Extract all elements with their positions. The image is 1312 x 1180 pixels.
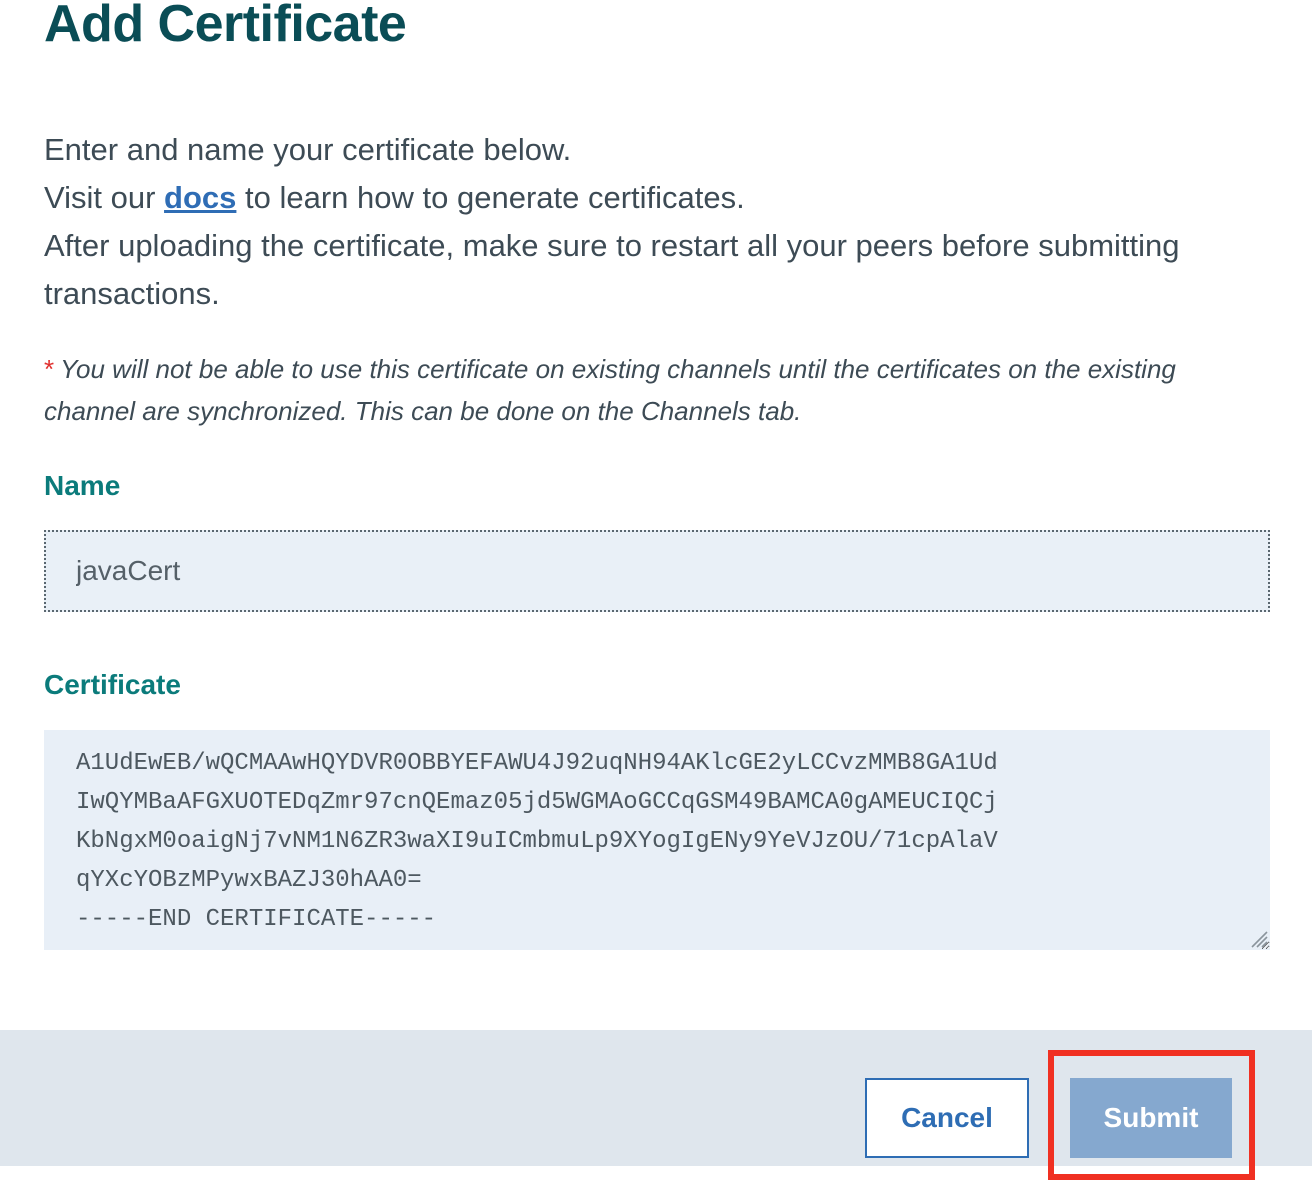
name-input[interactable]: [44, 530, 1270, 612]
submit-button[interactable]: Submit: [1070, 1078, 1232, 1158]
intro-line-2-prefix: Visit our: [44, 180, 165, 215]
dialog-footer: Cancel Submit: [0, 1030, 1312, 1180]
name-label: Name: [44, 470, 121, 501]
intro-line-1: Enter and name your certificate below.: [44, 132, 572, 167]
channel-warning: * You will not be able to use this certif…: [44, 348, 1274, 432]
intro-line-2: Visit our docs to learn how to generate …: [44, 174, 1274, 222]
intro-line-3: After uploading the certificate, make su…: [44, 228, 1180, 311]
certificate-label: Certificate: [44, 669, 181, 700]
intro-line-2-suffix: to learn how to generate certificates.: [236, 180, 745, 215]
certificate-textarea[interactable]: A1UdEwEB/wQCMAAwHQYDVR0OBBYEFAWU4J92uqNH…: [44, 730, 1270, 950]
cancel-button[interactable]: Cancel: [865, 1078, 1029, 1158]
required-asterisk: *: [44, 354, 55, 384]
resize-handle-icon[interactable]: [1248, 928, 1268, 948]
dialog-title: Add Certificate: [44, 0, 407, 53]
intro-text: Enter and name your certificate below. V…: [44, 126, 1274, 318]
docs-link[interactable]: docs: [164, 180, 236, 215]
channel-warning-text: You will not be able to use this certifi…: [44, 354, 1176, 426]
